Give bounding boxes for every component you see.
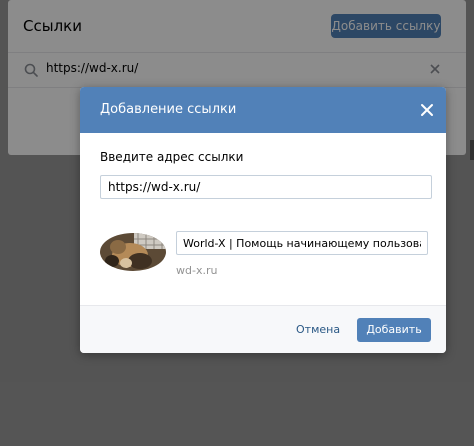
cancel-button[interactable]: Отмена <box>296 318 340 342</box>
url-input[interactable] <box>100 175 432 199</box>
preview-image-graphic <box>100 233 166 271</box>
link-preview-image <box>100 233 166 271</box>
dialog-title: Добавление ссылки <box>100 102 237 117</box>
add-link-dialog: Добавление ссылки Введите адрес ссылки w… <box>80 87 446 353</box>
close-icon[interactable] <box>418 101 436 119</box>
url-field-label: Введите адрес ссылки <box>100 150 244 164</box>
dialog-header: Добавление ссылки <box>80 87 446 133</box>
dialog-footer: Отмена Добавить <box>80 305 446 353</box>
add-button[interactable]: Добавить <box>357 318 431 342</box>
preview-domain: wd-x.ru <box>176 264 218 277</box>
preview-title-input[interactable] <box>176 231 428 255</box>
